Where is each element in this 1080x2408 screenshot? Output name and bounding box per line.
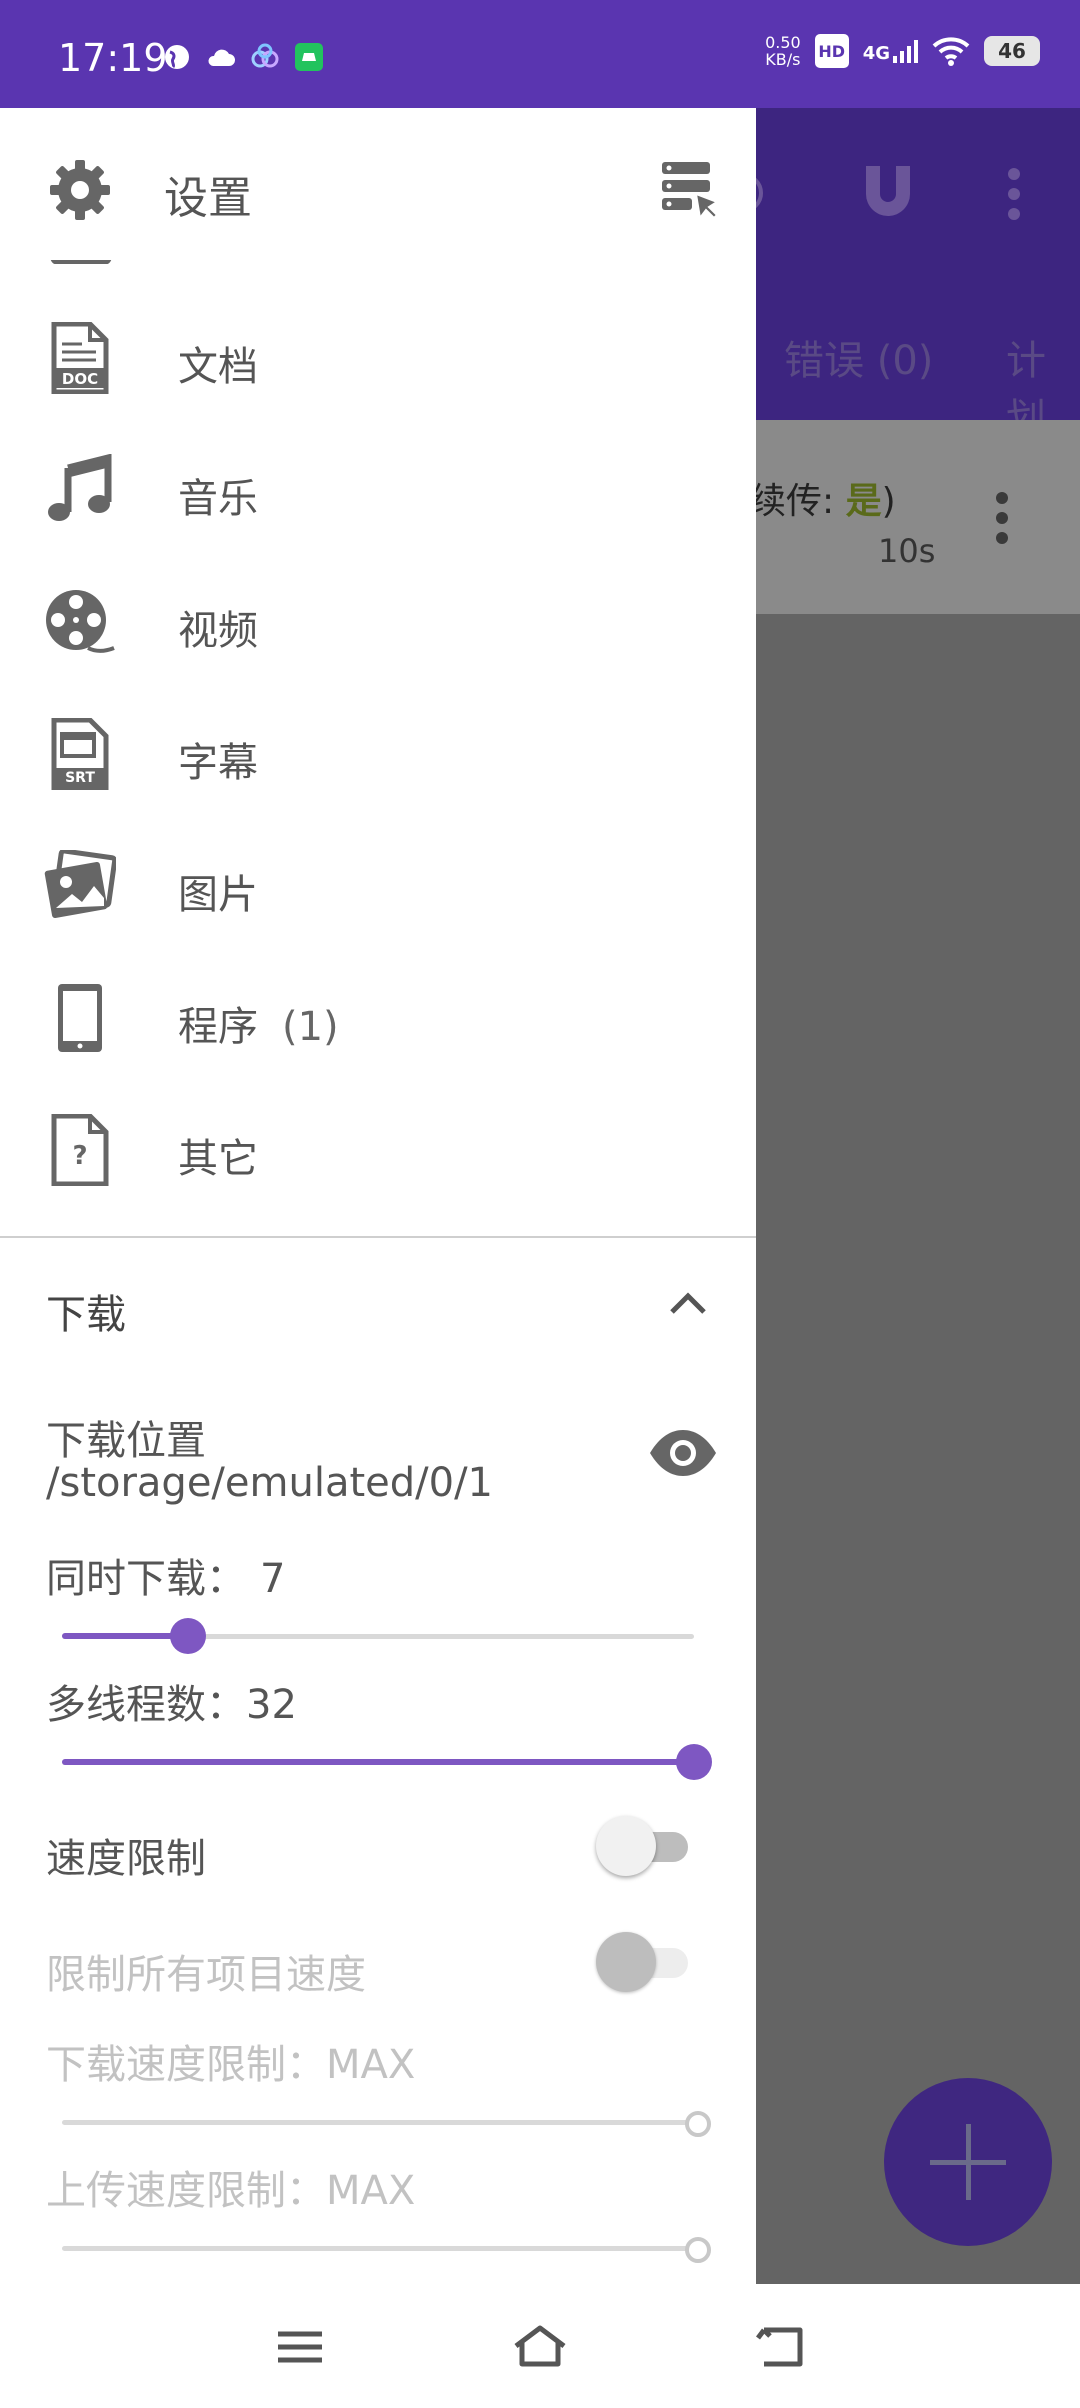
drawer-header: 设置 — [0, 108, 756, 260]
upload-speed-limit-label: 上传速度限制：MAX — [46, 2168, 416, 2214]
chat-app-icon — [295, 43, 323, 71]
subtitle-file-icon: SRT — [51, 718, 109, 790]
eye-icon[interactable] — [648, 1428, 718, 1478]
category-images[interactable]: 图片 — [0, 820, 756, 952]
navigation-drawer: 设置 DOC 文档 音乐 视频 SRT 字幕 图片 程序 (1) ? 其它 下载… — [0, 108, 756, 2284]
category-label: 文档 — [178, 344, 258, 390]
threads-label: 多线程数：32 — [46, 1682, 297, 1728]
category-label: 其它 — [178, 1136, 258, 1182]
wifi-icon — [932, 37, 970, 66]
category-apps[interactable]: 程序 (1) — [0, 952, 756, 1084]
signal-indicator: 4G — [863, 38, 918, 64]
download-section-title[interactable]: 下载 — [46, 1282, 126, 1340]
chevron-up-icon[interactable] — [668, 1288, 708, 1318]
document-icon: DOC — [51, 322, 109, 394]
category-label: 音乐 — [178, 476, 258, 522]
home-icon[interactable] — [510, 2322, 570, 2372]
category-label: 字幕 — [178, 740, 258, 786]
limit-all-toggle[interactable] — [596, 1932, 692, 1992]
download-location-label[interactable]: 下载位置 — [46, 1408, 206, 1466]
upload-speed-slider[interactable] — [62, 2228, 711, 2268]
gear-icon[interactable] — [48, 158, 112, 222]
download-speed-slider[interactable] — [62, 2102, 711, 2142]
magnet-icon[interactable] — [858, 162, 918, 224]
limit-all-label: 限制所有项目速度 — [46, 1952, 366, 1998]
music-note-icon — [48, 454, 112, 521]
threads-slider[interactable] — [62, 1742, 712, 1782]
menu-icon[interactable] — [270, 2322, 330, 2372]
concurrent-downloads-slider[interactable] — [62, 1616, 694, 1656]
server-settings-icon[interactable] — [660, 160, 718, 220]
add-task-button[interactable] — [884, 2078, 1052, 2246]
category-video[interactable]: 视频 — [0, 556, 756, 688]
download-location-path[interactable]: /storage/emulated/0/1 — [46, 1460, 493, 1506]
divider — [0, 1236, 756, 1238]
svg-text:?: ? — [72, 1141, 87, 1171]
tab-error[interactable]: 错误 (0) — [784, 328, 933, 386]
speed-limit-label: 速度限制 — [46, 1836, 206, 1882]
svg-text:DOC: DOC — [62, 370, 98, 388]
film-reel-icon — [46, 590, 115, 653]
status-bar: 17:19 0.50 KB/s HD 4G 46 — [0, 0, 1080, 108]
system-navigation-bar — [0, 2284, 1080, 2408]
app-notification-icon — [251, 43, 279, 68]
task-time: 10s — [878, 532, 936, 570]
globe-icon — [165, 45, 189, 69]
status-time: 17:19 — [58, 36, 168, 80]
more-vert-icon[interactable] — [994, 166, 1034, 222]
category-music[interactable]: 音乐 — [0, 424, 756, 556]
category-label: 程序 (1) — [178, 1004, 339, 1050]
category-label: 视频 — [178, 608, 258, 654]
drawer-title[interactable]: 设置 — [164, 162, 252, 226]
smartphone-icon — [58, 984, 102, 1052]
concurrent-downloads-label: 同时下载： 7 — [46, 1556, 286, 1602]
signal-icon — [893, 40, 918, 63]
slider-thumb[interactable] — [685, 2111, 711, 2137]
status-right-group: 0.50 KB/s HD 4G 46 — [765, 34, 1040, 68]
download-speed-limit-label: 下载速度限制：MAX — [46, 2042, 416, 2088]
unknown-file-icon: ? — [51, 1114, 109, 1186]
hd-badge: HD — [814, 34, 849, 68]
category-subtitles[interactable]: SRT 字幕 — [0, 688, 756, 820]
resume-status: 续传: 是) — [750, 481, 896, 522]
back-icon[interactable] — [750, 2322, 810, 2372]
svg-text:SRT: SRT — [65, 770, 95, 786]
category-other[interactable]: ? 其它 — [0, 1084, 756, 1216]
speed-limit-toggle[interactable] — [596, 1816, 692, 1876]
battery-indicator: 46 — [984, 36, 1040, 66]
slider-thumb[interactable] — [685, 2237, 711, 2263]
images-icon — [44, 850, 116, 919]
category-documents[interactable]: DOC 文档 — [0, 292, 756, 424]
slider-thumb[interactable] — [170, 1618, 207, 1654]
more-vert-icon[interactable] — [982, 490, 1022, 546]
network-speed: 0.50 KB/s — [765, 33, 801, 69]
cloud-icon — [208, 49, 235, 66]
category-label: 图片 — [178, 872, 258, 918]
slider-thumb[interactable] — [676, 1744, 712, 1780]
